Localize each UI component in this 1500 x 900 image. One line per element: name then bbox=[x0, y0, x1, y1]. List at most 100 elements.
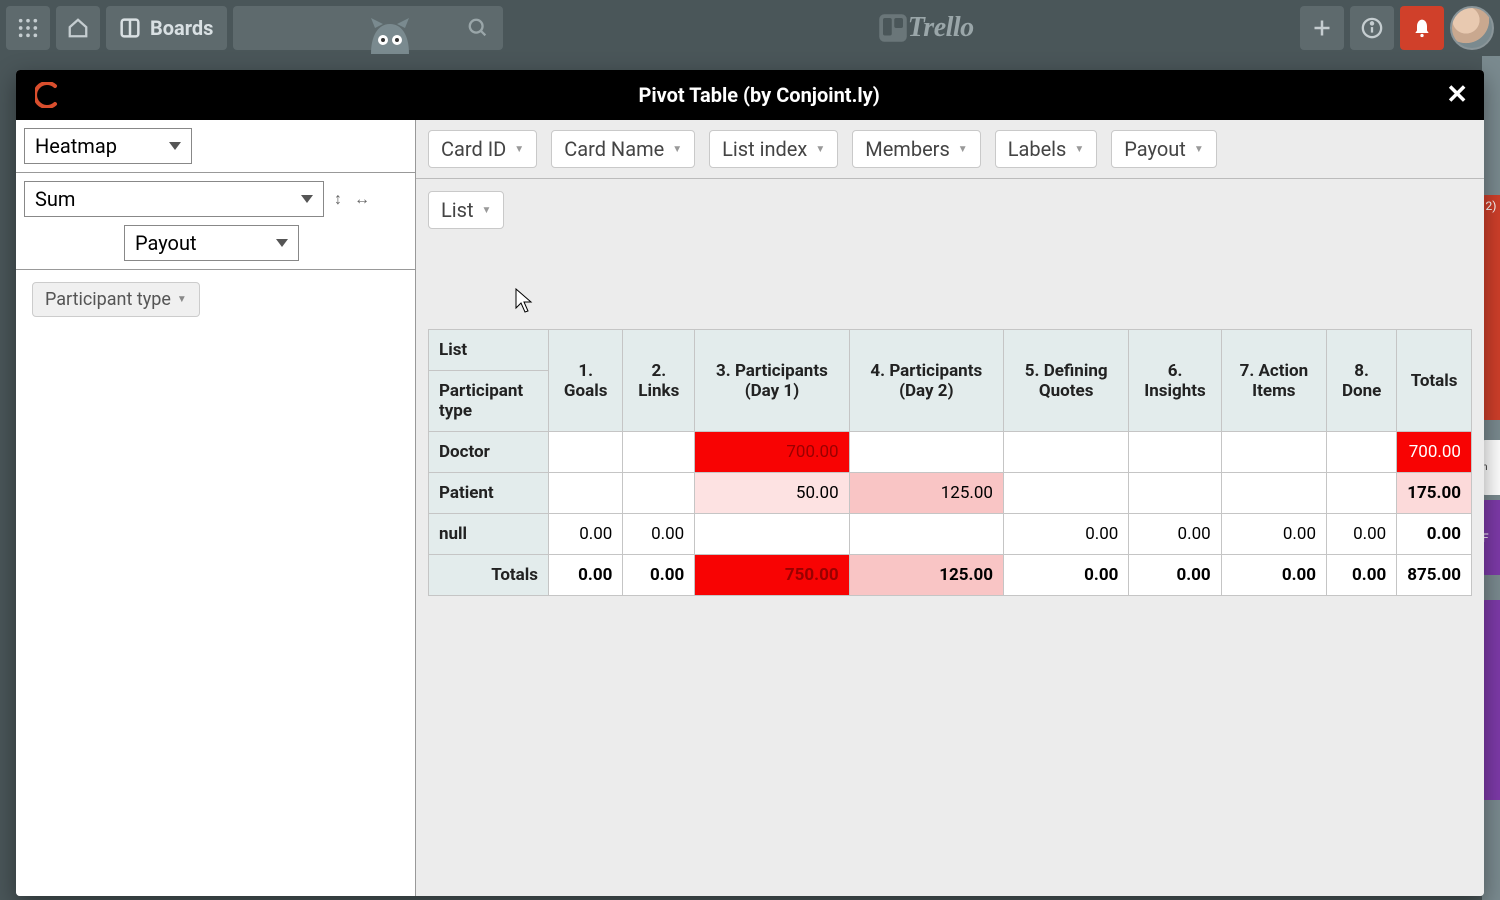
chevron-down-icon bbox=[169, 142, 181, 150]
table-cell: 50.00 bbox=[695, 473, 849, 514]
background-card-purple: F bbox=[1482, 500, 1500, 575]
table-cell: 125.00 bbox=[849, 473, 1003, 514]
avatar[interactable] bbox=[1450, 6, 1494, 50]
table-row: null0.000.000.000.000.000.000.00 bbox=[429, 514, 1472, 555]
row-header: Patient bbox=[429, 473, 549, 514]
table-cell: 0.00 bbox=[623, 555, 695, 596]
modal-title: Pivot Table (by Conjoint.ly) bbox=[72, 83, 1446, 107]
chevron-down-icon bbox=[301, 195, 313, 203]
column-dimension-pill[interactable]: List ▼ bbox=[428, 191, 504, 229]
filter-pill[interactable]: Labels▼ bbox=[995, 130, 1098, 168]
col-header: 6. Insights bbox=[1129, 330, 1221, 432]
apps-icon[interactable] bbox=[6, 6, 50, 50]
config-panel: Heatmap Sum ↕ ↔ Payout bbox=[16, 120, 416, 896]
table-row: Doctor 700.00 700.00 bbox=[429, 432, 1472, 473]
pivot-table-modal: Pivot Table (by Conjoint.ly) ✕ Heatmap S… bbox=[16, 70, 1484, 896]
col-header: Totals bbox=[1397, 330, 1472, 432]
table-cell bbox=[1221, 432, 1326, 473]
table-cell: 0.00 bbox=[1221, 555, 1326, 596]
chevron-down-icon: ▼ bbox=[815, 144, 825, 155]
cursor-icon bbox=[515, 288, 535, 314]
table-cell bbox=[1129, 473, 1221, 514]
row-dimension-pill[interactable]: Participant type ▼ bbox=[32, 282, 200, 317]
trello-header: Boards Trello bbox=[0, 0, 1500, 56]
table-cell bbox=[1327, 473, 1397, 514]
table-cell: 0.00 bbox=[1221, 514, 1326, 555]
chevron-down-icon: ▼ bbox=[672, 144, 682, 155]
col-header: 3. Participants (Day 1) bbox=[695, 330, 849, 432]
table-cell: 0.00 bbox=[549, 514, 623, 555]
table-cell bbox=[849, 514, 1003, 555]
background-card-red: 2) bbox=[1482, 195, 1500, 420]
table-cell: 0.00 bbox=[1129, 555, 1221, 596]
column-dim-bar: List ▼ bbox=[416, 179, 1484, 329]
row-header: Doctor bbox=[429, 432, 549, 473]
table-cell: 0.00 bbox=[1004, 555, 1129, 596]
table-cell bbox=[1221, 473, 1326, 514]
renderer-select[interactable]: Heatmap bbox=[24, 128, 192, 164]
chevron-down-icon: ▼ bbox=[1074, 144, 1084, 155]
filter-pill[interactable]: List index▼ bbox=[709, 130, 838, 168]
table-cell bbox=[695, 514, 849, 555]
table-row: Patient 50.00125.00 175.00 bbox=[429, 473, 1472, 514]
chevron-down-icon: ▼ bbox=[482, 205, 492, 216]
table-cell: 125.00 bbox=[849, 555, 1003, 596]
table-cell bbox=[549, 473, 623, 514]
col-header: 2. Links bbox=[623, 330, 695, 432]
modal-header: Pivot Table (by Conjoint.ly) ✕ bbox=[16, 70, 1484, 120]
search-input[interactable] bbox=[233, 6, 503, 50]
chevron-down-icon: ▼ bbox=[177, 294, 187, 305]
col-header: 7. Action Items bbox=[1221, 330, 1326, 432]
table-cell bbox=[1004, 473, 1129, 514]
chevron-down-icon: ▼ bbox=[958, 144, 968, 155]
filter-pill[interactable]: Card ID▼ bbox=[428, 130, 537, 168]
col-header: 4. Participants (Day 2) bbox=[849, 330, 1003, 432]
col-header: 8. Done bbox=[1327, 330, 1397, 432]
home-icon[interactable] bbox=[56, 6, 100, 50]
table-cell: 0.00 bbox=[1327, 514, 1397, 555]
row-header: null bbox=[429, 514, 549, 555]
info-icon[interactable] bbox=[1350, 6, 1394, 50]
table-cell: 0.00 bbox=[1327, 555, 1397, 596]
trello-logo[interactable]: Trello bbox=[557, 12, 1294, 44]
table-cell bbox=[1327, 432, 1397, 473]
table-cell bbox=[1129, 432, 1221, 473]
table-cell: 875.00 bbox=[1397, 555, 1472, 596]
logo-text: Trello bbox=[908, 12, 974, 44]
boards-label: Boards bbox=[150, 16, 213, 40]
table-cell: 750.00 bbox=[695, 555, 849, 596]
aggregator-select[interactable]: Sum bbox=[24, 181, 324, 217]
table-cell: 0.00 bbox=[1397, 514, 1472, 555]
mascot-icon bbox=[369, 18, 411, 58]
table-cell: 700.00 bbox=[1397, 432, 1472, 473]
sort-vertical-icon[interactable]: ↕ bbox=[334, 189, 342, 209]
table-cell: 0.00 bbox=[549, 555, 623, 596]
table-cell: 0.00 bbox=[623, 514, 695, 555]
table-cell bbox=[623, 473, 695, 514]
filter-bar: Card ID▼ Card Name▼ List index▼ Members▼ Lab… bbox=[416, 120, 1484, 179]
table-cell: 700.00 bbox=[695, 432, 849, 473]
table-cell bbox=[623, 432, 695, 473]
bell-icon[interactable] bbox=[1400, 6, 1444, 50]
table-cell bbox=[1004, 432, 1129, 473]
plus-icon[interactable] bbox=[1300, 6, 1344, 50]
table-cell: 0.00 bbox=[1004, 514, 1129, 555]
chevron-down-icon: ▼ bbox=[1194, 144, 1204, 155]
conjointly-logo-icon bbox=[32, 79, 64, 111]
filter-pill[interactable]: Members▼ bbox=[852, 130, 980, 168]
metric-select[interactable]: Payout bbox=[124, 225, 299, 261]
close-icon[interactable]: ✕ bbox=[1446, 80, 1468, 110]
pivot-table: List1. Goals2. Links3. Participants (Day… bbox=[428, 329, 1472, 596]
table-cell bbox=[849, 432, 1003, 473]
chevron-down-icon: ▼ bbox=[514, 144, 524, 155]
filter-pill[interactable]: Card Name▼ bbox=[551, 130, 695, 168]
table-cell: 175.00 bbox=[1397, 473, 1472, 514]
filter-pill[interactable]: Payout▼ bbox=[1111, 130, 1216, 168]
chevron-down-icon bbox=[276, 239, 288, 247]
table-cell bbox=[549, 432, 623, 473]
boards-button[interactable]: Boards bbox=[106, 6, 227, 50]
content-panel: Card ID▼ Card Name▼ List index▼ Members▼ Lab… bbox=[416, 120, 1484, 896]
col-header: 1. Goals bbox=[549, 330, 623, 432]
sort-horizontal-icon[interactable]: ↔ bbox=[354, 189, 370, 209]
table-cell: 0.00 bbox=[1129, 514, 1221, 555]
